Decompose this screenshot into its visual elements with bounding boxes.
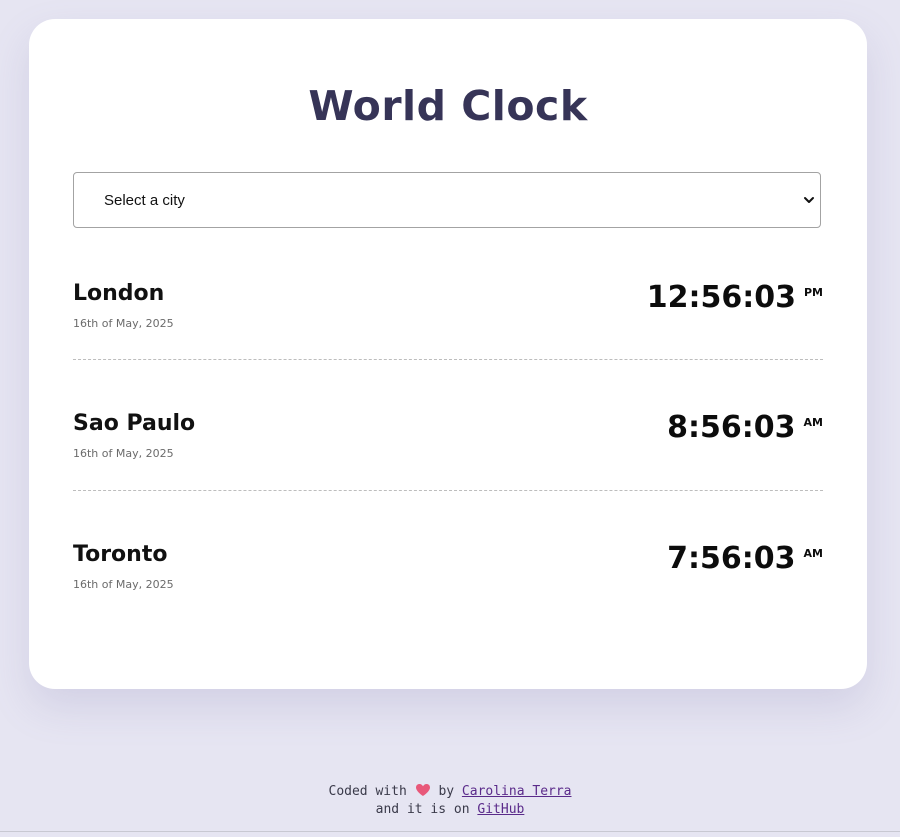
city-row-london: London 16th of May, 2025 12:56:03 PM: [73, 279, 823, 379]
city-time: 7:56:03 AM: [667, 539, 823, 579]
time-period: PM: [803, 286, 823, 299]
divider: [73, 490, 823, 491]
time-value: 7:56:03: [667, 541, 796, 576]
bottom-rule: [0, 831, 900, 832]
city-row-toronto: Toronto 16th of May, 2025 7:56:03 AM: [73, 540, 823, 640]
city-date: 16th of May, 2025: [73, 447, 174, 460]
clock-card: World Clock Select a city London 16th of…: [29, 19, 867, 689]
city-date: 16th of May, 2025: [73, 317, 174, 330]
city-name: London: [73, 281, 165, 306]
city-time: 12:56:03 PM: [647, 278, 823, 318]
city-row-sao-paulo: Sao Paulo 16th of May, 2025 8:56:03 AM: [73, 409, 823, 509]
footer-line-1: Coded with by Carolina Terra: [0, 783, 900, 801]
time-value: 12:56:03: [646, 280, 796, 315]
city-date: 16th of May, 2025: [73, 578, 174, 591]
city-select[interactable]: Select a city: [73, 172, 821, 228]
footer: Coded with by Carolina Terra and it is o…: [0, 783, 900, 819]
footer-by: by: [438, 784, 455, 799]
time-period: AM: [803, 547, 823, 560]
time-period: AM: [803, 416, 823, 429]
github-link[interactable]: GitHub: [477, 802, 524, 817]
heart-icon: [415, 784, 430, 796]
city-select-value: Select a city: [104, 192, 185, 209]
divider: [73, 359, 823, 360]
city-name: Sao Paulo: [73, 411, 196, 436]
page-title: World Clock: [308, 82, 588, 130]
time-value: 8:56:03: [667, 410, 796, 445]
city-name: Toronto: [73, 542, 168, 567]
city-time: 8:56:03 AM: [667, 408, 823, 448]
author-link[interactable]: Carolina Terra: [462, 784, 572, 799]
footer-line2-prefix: and it is on: [375, 802, 470, 817]
chevron-down-icon: [804, 197, 814, 203]
footer-line-2: and it is on GitHub: [0, 801, 900, 819]
footer-prefix: Coded with: [328, 784, 407, 799]
